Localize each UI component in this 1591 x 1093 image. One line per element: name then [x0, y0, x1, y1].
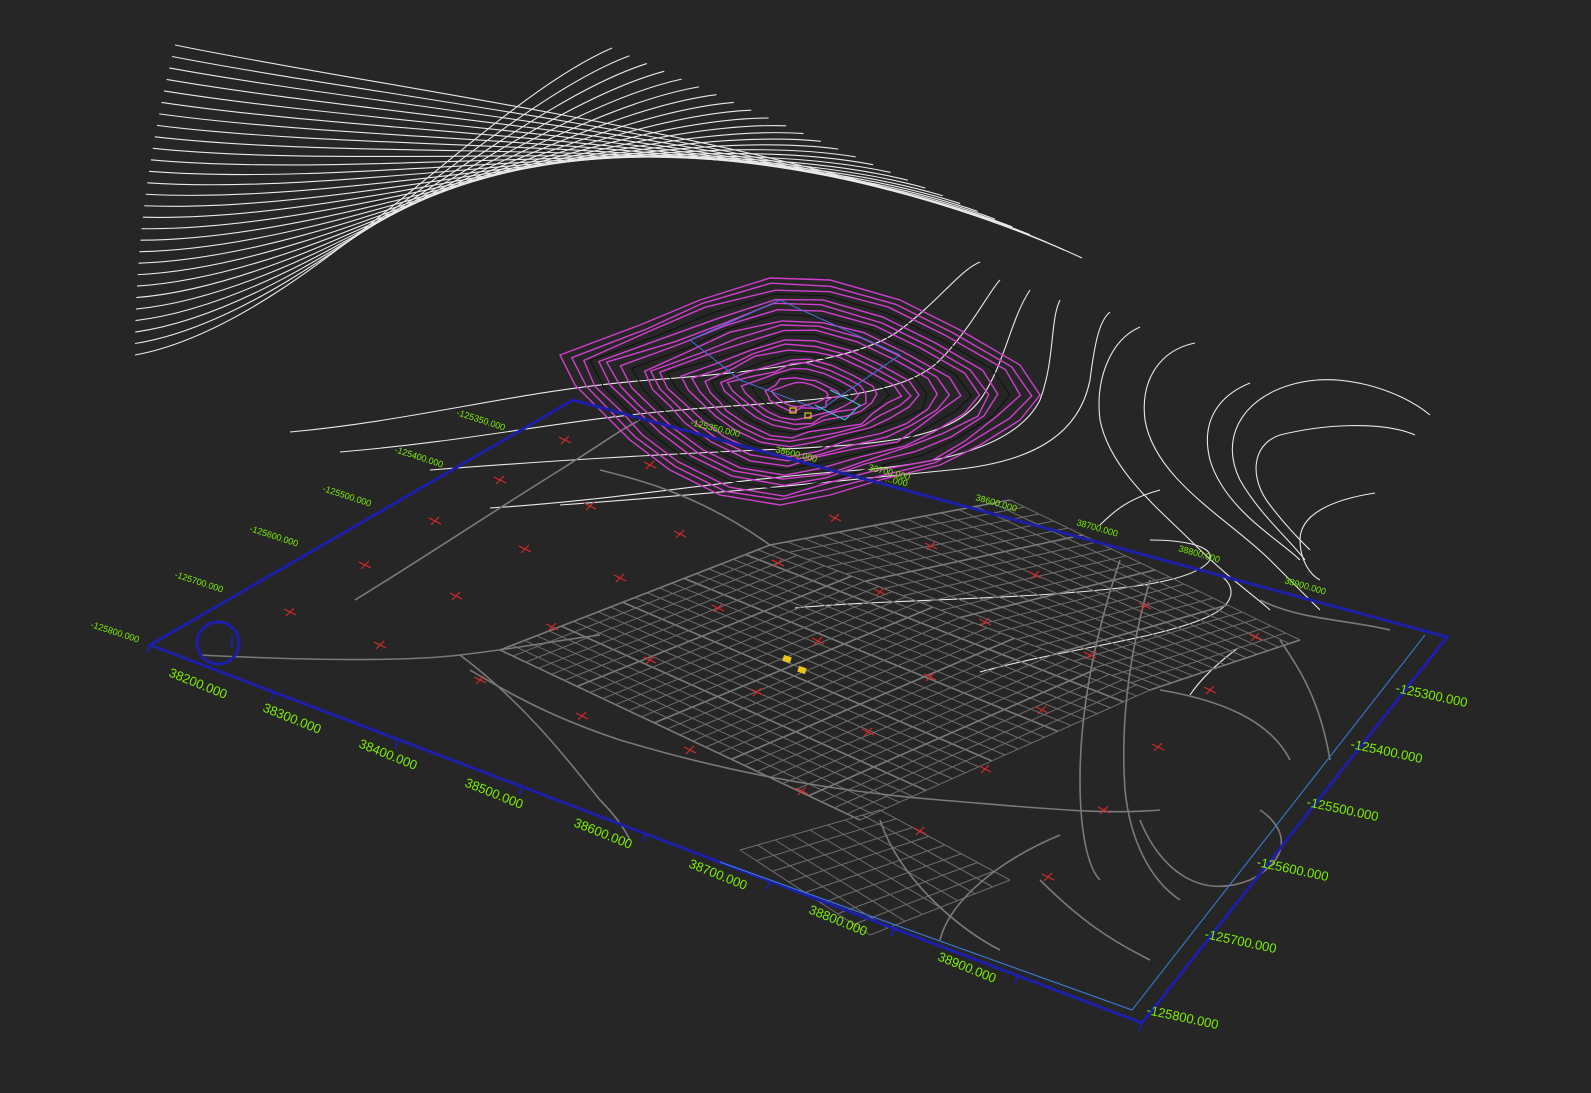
contour-line — [1231, 379, 1431, 561]
bottom-axis-label: 38400.000 — [357, 736, 420, 773]
survey-label: -125350.000 — [690, 417, 741, 439]
axis-tick — [1014, 975, 1019, 985]
contour-line — [134, 55, 630, 345]
road-line — [1122, 579, 1181, 901]
road-line — [1279, 639, 1331, 761]
contour-line — [134, 47, 613, 356]
axis-tick — [642, 833, 647, 843]
left-axis-label: -125500.000 — [321, 483, 372, 508]
red-cross-marker-icon — [283, 607, 297, 617]
contour-line — [1299, 492, 1376, 581]
red-cross-marker-icon — [1203, 685, 1217, 695]
axis-tick — [890, 928, 895, 937]
red-cross-marker-icon — [643, 460, 657, 470]
bottom-axis-label: 38600.000 — [572, 815, 635, 852]
survey-contour — [631, 313, 973, 471]
contour-line — [1206, 382, 1301, 561]
bottom-axis-label: 38500.000 — [463, 775, 526, 812]
contour-line — [1099, 489, 1161, 526]
red-cross-marker-icon — [613, 573, 627, 583]
red-cross-marker-icon — [358, 560, 372, 570]
axis-tick — [766, 880, 771, 890]
axis-tick — [518, 786, 523, 796]
street-line — [1130, 632, 1286, 684]
right-axis-label: -125700.000 — [1203, 926, 1278, 956]
yellow-building-icon — [782, 654, 792, 664]
street-line — [853, 870, 994, 925]
street-line — [1149, 639, 1301, 691]
road-line — [939, 834, 1061, 941]
red-cross-marker-icon — [373, 640, 387, 650]
red-cross-marker-icon — [683, 745, 697, 755]
cad-3d-site-view: 38200.00038300.00038400.00038500.0003860… — [89, 44, 1469, 1032]
terrain-contour-lines — [134, 44, 1431, 696]
grid-markers — [283, 435, 1262, 882]
road-line — [1159, 689, 1291, 761]
contour-line — [1143, 342, 1321, 611]
right-axis-labels: -125300.000 -125400.000 -125500.000 -125600… — [1145, 680, 1469, 1032]
left-axis-label: -125400.000 — [393, 444, 444, 469]
red-cross-marker-icon — [575, 711, 589, 721]
street-line — [807, 513, 1040, 560]
axis-tick — [270, 691, 275, 701]
contour-line — [1189, 647, 1239, 696]
street-network — [199, 419, 1391, 961]
red-cross-marker-icon — [1035, 705, 1049, 715]
bottom-axis-label: 38900.000 — [936, 949, 999, 986]
left-axis-label: -125800.000 — [89, 619, 140, 644]
red-cross-marker-icon — [673, 529, 687, 539]
coordinate-labels: 38200.00038300.00038400.00038500.0003860… — [89, 407, 1469, 1032]
bottom-axis-label: 38300.000 — [261, 700, 324, 737]
red-cross-marker-icon — [828, 513, 842, 523]
road-line — [1039, 879, 1151, 961]
red-cross-marker-icon — [1097, 805, 1111, 815]
red-cross-marker-icon — [1041, 872, 1055, 882]
road-line — [1079, 559, 1121, 881]
left-axis-label: -125600.000 — [248, 523, 299, 548]
left-axis-label: -125350.000 — [455, 407, 506, 432]
right-axis-label: -125500.000 — [1305, 794, 1380, 824]
survey-contour — [666, 333, 928, 452]
right-axis-label: -125800.000 — [1145, 1002, 1220, 1032]
red-cross-marker-icon — [1151, 742, 1165, 752]
red-cross-marker-icon — [558, 435, 572, 445]
red-cross-marker-icon — [493, 475, 507, 485]
right-axis-label: -125300.000 — [1394, 680, 1469, 710]
axis-tick — [1138, 1022, 1143, 1032]
contour-line — [1098, 326, 1271, 611]
contour-line — [152, 147, 926, 189]
contour-line — [159, 113, 978, 212]
right-axis-label: -125400.000 — [1349, 736, 1424, 766]
left-axis-labels: -125800.000 -125700.000 -125600.000 -125500… — [89, 407, 506, 644]
red-cross-marker-icon — [473, 675, 487, 685]
axis-tick — [394, 739, 399, 748]
left-axis-label: -125700.000 — [173, 569, 224, 594]
axis-tick — [146, 644, 151, 654]
survey-contour-patch — [559, 277, 1041, 506]
red-cross-marker-icon — [428, 516, 442, 526]
right-axis-label: -125600.000 — [1255, 854, 1330, 884]
red-cross-marker-icon — [449, 591, 463, 601]
red-cross-marker-icon — [518, 544, 532, 554]
